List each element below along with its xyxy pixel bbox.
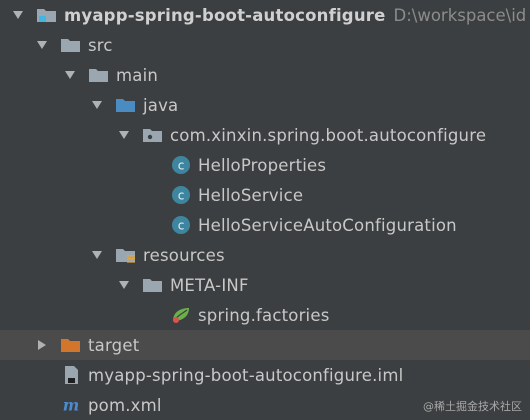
project-path: D:\workspace\id bbox=[393, 5, 527, 25]
chevron-right-icon[interactable] bbox=[34, 337, 50, 353]
tree-item-label: java bbox=[143, 95, 179, 115]
tree-row-class[interactable]: c HelloProperties bbox=[0, 150, 530, 180]
class-icon: c bbox=[170, 215, 192, 235]
source-folder-icon bbox=[115, 95, 137, 115]
tree-item-label: pom.xml bbox=[88, 395, 162, 415]
chevron-down-icon[interactable] bbox=[89, 247, 105, 263]
module-folder-icon bbox=[36, 5, 58, 25]
svg-text:c: c bbox=[178, 219, 185, 233]
tree-row-src[interactable]: src bbox=[0, 30, 530, 60]
svg-text:c: c bbox=[178, 159, 185, 173]
spring-file-icon bbox=[170, 305, 192, 325]
tree-item-label: META-INF bbox=[170, 275, 249, 295]
tree-row-package[interactable]: com.xinxin.spring.boot.autoconfigure bbox=[0, 120, 530, 150]
svg-text:c: c bbox=[178, 189, 185, 203]
tree-item-label: spring.factories bbox=[198, 305, 330, 325]
package-icon bbox=[142, 125, 164, 145]
project-tree: myapp-spring-boot-autoconfigure D:\works… bbox=[0, 0, 530, 420]
chevron-down-icon[interactable] bbox=[116, 277, 132, 293]
tree-item-label: src bbox=[88, 35, 113, 55]
tree-row-resources[interactable]: resources bbox=[0, 240, 530, 270]
tree-item-label: HelloProperties bbox=[198, 155, 327, 175]
tree-row-spring-factories[interactable]: spring.factories bbox=[0, 300, 530, 330]
tree-row-java[interactable]: java bbox=[0, 90, 530, 120]
tree-row-meta-inf[interactable]: META-INF bbox=[0, 270, 530, 300]
class-icon: c bbox=[170, 155, 192, 175]
svg-text:m: m bbox=[63, 396, 79, 415]
folder-icon bbox=[60, 35, 82, 55]
chevron-down-icon[interactable] bbox=[34, 37, 50, 53]
tree-row-class[interactable]: c HelloServiceAutoConfiguration bbox=[0, 210, 530, 240]
class-icon: c bbox=[170, 185, 192, 205]
project-name: myapp-spring-boot-autoconfigure bbox=[64, 5, 386, 25]
chevron-down-icon[interactable] bbox=[10, 7, 26, 23]
tree-row-main[interactable]: main bbox=[0, 60, 530, 90]
tree-item-label: myapp-spring-boot-autoconfigure.iml bbox=[88, 365, 404, 385]
tree-item-label: HelloServiceAutoConfiguration bbox=[198, 215, 457, 235]
tree-item-label: main bbox=[116, 65, 159, 85]
chevron-down-icon[interactable] bbox=[116, 127, 132, 143]
maven-icon: m bbox=[60, 395, 82, 415]
chevron-down-icon[interactable] bbox=[62, 67, 78, 83]
tree-item-label: com.xinxin.spring.boot.autoconfigure bbox=[170, 125, 487, 145]
tree-row-project-root[interactable]: myapp-spring-boot-autoconfigure D:\works… bbox=[0, 0, 530, 30]
tree-row-target[interactable]: target bbox=[0, 330, 530, 360]
folder-icon bbox=[142, 275, 164, 295]
tree-item-label: resources bbox=[143, 245, 225, 265]
folder-icon bbox=[88, 65, 110, 85]
chevron-down-icon[interactable] bbox=[89, 97, 105, 113]
excluded-folder-icon bbox=[60, 335, 82, 355]
resources-folder-icon bbox=[115, 245, 137, 265]
watermark: @稀土掘金技术社区 bbox=[423, 400, 522, 413]
tree-item-label: target bbox=[88, 335, 140, 355]
tree-row-class[interactable]: c HelloService bbox=[0, 180, 530, 210]
iml-file-icon bbox=[60, 365, 82, 385]
tree-item-label: HelloService bbox=[198, 185, 304, 205]
tree-row-iml[interactable]: myapp-spring-boot-autoconfigure.iml bbox=[0, 360, 530, 390]
